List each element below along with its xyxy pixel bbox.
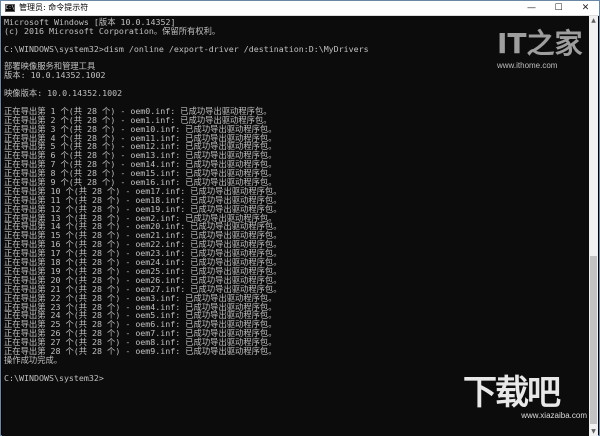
cmd-app-icon[interactable]: C:\ [5, 4, 15, 12]
cmd-app-icon-label: C:\ [5, 4, 15, 11]
console-line: 操作成功完成。 [4, 354, 63, 365]
maximize-button[interactable]: ☐ [545, 1, 572, 15]
window-controls: — ☐ ✕ [518, 1, 599, 15]
ithome-logo: IT之家 [497, 27, 583, 60]
close-button[interactable]: ✕ [572, 1, 599, 15]
command-prompt-window: C:\ 管理员: 命令提示符 — ☐ ✕ Microsoft Windows [… [0, 0, 600, 436]
scroll-down-arrow-icon[interactable]: ▼ [589, 427, 598, 436]
console-line: 正在导出第 28 个(共 28 个) - oem9.inf: 已成功导出驱动程序… [4, 345, 277, 356]
window-title: 管理员: 命令提示符 [19, 3, 89, 12]
ithome-watermark: IT之家 www.ithome.com [497, 29, 597, 71]
vertical-scrollbar[interactable]: ▲ ▼ [589, 16, 598, 436]
scroll-up-arrow-icon[interactable]: ▲ [589, 16, 598, 25]
console-line: 映像版本: 10.0.14352.1002 [4, 88, 123, 99]
xiazaiba-watermark: 下载吧 www.xiazaiba.com [463, 375, 593, 421]
minimize-button[interactable]: — [518, 1, 545, 15]
console-line: 版本: 10.0.14352.1002 [4, 70, 106, 81]
title-bar[interactable]: C:\ 管理员: 命令提示符 — ☐ ✕ [1, 1, 599, 16]
xiazaiba-logo: 下载吧 [463, 373, 561, 413]
ithome-url: www.ithome.com [497, 61, 558, 70]
